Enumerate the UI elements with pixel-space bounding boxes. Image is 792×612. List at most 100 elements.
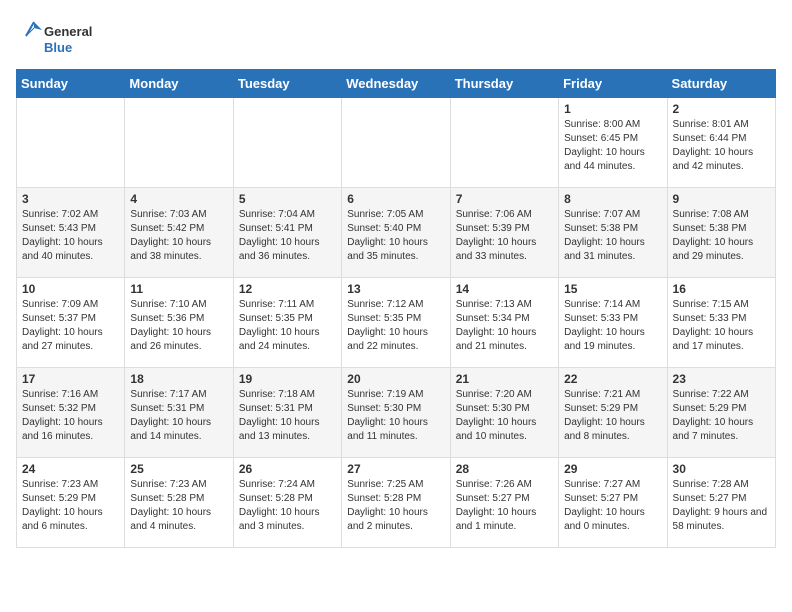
day-number: 5	[239, 192, 336, 206]
cell-content: Sunrise: 8:01 AMSunset: 6:44 PMDaylight:…	[673, 118, 770, 174]
weekday-header: Saturday	[667, 70, 775, 98]
calendar-cell: 3 Sunrise: 7:02 AMSunset: 5:43 PMDaylight…	[17, 188, 125, 278]
cell-content: Sunrise: 7:12 AMSunset: 5:35 PMDaylight:…	[347, 298, 444, 354]
day-number: 11	[130, 282, 227, 296]
cell-content: Sunrise: 7:26 AMSunset: 5:27 PMDaylight:…	[456, 478, 553, 534]
cell-content: Sunrise: 7:06 AMSunset: 5:39 PMDaylight:…	[456, 208, 553, 264]
day-number: 9	[673, 192, 770, 206]
calendar-week-row: 10 Sunrise: 7:09 AMSunset: 5:37 PMDayligh…	[17, 278, 776, 368]
svg-text:Blue: Blue	[44, 40, 72, 55]
day-number: 2	[673, 102, 770, 116]
calendar-cell	[450, 98, 558, 188]
day-number: 3	[22, 192, 119, 206]
cell-content: Sunrise: 7:23 AMSunset: 5:29 PMDaylight:…	[22, 478, 119, 534]
day-number: 19	[239, 372, 336, 386]
day-number: 4	[130, 192, 227, 206]
day-number: 15	[564, 282, 661, 296]
day-number: 20	[347, 372, 444, 386]
calendar-cell: 15 Sunrise: 7:14 AMSunset: 5:33 PMDayligh…	[559, 278, 667, 368]
svg-text:General: General	[44, 24, 92, 39]
weekday-header: Sunday	[17, 70, 125, 98]
cell-content: Sunrise: 7:27 AMSunset: 5:27 PMDaylight:…	[564, 478, 661, 534]
calendar-cell: 14 Sunrise: 7:13 AMSunset: 5:34 PMDayligh…	[450, 278, 558, 368]
cell-content: Sunrise: 7:15 AMSunset: 5:33 PMDaylight:…	[673, 298, 770, 354]
calendar-cell: 12Sunrise: 7:11 AMSunset: 5:35 PMDayligh…	[233, 278, 341, 368]
calendar-week-row: 3 Sunrise: 7:02 AMSunset: 5:43 PMDaylight…	[17, 188, 776, 278]
day-number: 30	[673, 462, 770, 476]
calendar-week-row: 1 Sunrise: 8:00 AMSunset: 6:45 PMDaylight…	[17, 98, 776, 188]
weekday-header: Thursday	[450, 70, 558, 98]
day-number: 8	[564, 192, 661, 206]
weekday-header: Monday	[125, 70, 233, 98]
calendar-cell: 11 Sunrise: 7:10 AMSunset: 5:36 PMDayligh…	[125, 278, 233, 368]
weekday-header-row: SundayMondayTuesdayWednesdayThursdayFrid…	[17, 70, 776, 98]
cell-content: Sunrise: 7:25 AMSunset: 5:28 PMDaylight:…	[347, 478, 444, 534]
cell-content: Sunrise: 7:22 AMSunset: 5:29 PMDaylight:…	[673, 388, 770, 444]
logo-svg: General Blue	[16, 16, 116, 61]
calendar-table: SundayMondayTuesdayWednesdayThursdayFrid…	[16, 69, 776, 548]
day-number: 29	[564, 462, 661, 476]
cell-content: Sunrise: 7:07 AMSunset: 5:38 PMDaylight:…	[564, 208, 661, 264]
weekday-header: Friday	[559, 70, 667, 98]
calendar-cell: 8 Sunrise: 7:07 AMSunset: 5:38 PMDaylight…	[559, 188, 667, 278]
calendar-cell: 10 Sunrise: 7:09 AMSunset: 5:37 PMDayligh…	[17, 278, 125, 368]
day-number: 6	[347, 192, 444, 206]
cell-content: Sunrise: 7:16 AMSunset: 5:32 PMDaylight:…	[22, 388, 119, 444]
calendar-cell: 2 Sunrise: 8:01 AMSunset: 6:44 PMDaylight…	[667, 98, 775, 188]
calendar-cell: 17 Sunrise: 7:16 AMSunset: 5:32 PMDayligh…	[17, 368, 125, 458]
day-number: 18	[130, 372, 227, 386]
day-number: 23	[673, 372, 770, 386]
calendar-cell: 20 Sunrise: 7:19 AMSunset: 5:30 PMDayligh…	[342, 368, 450, 458]
day-number: 14	[456, 282, 553, 296]
calendar-cell: 6 Sunrise: 7:05 AMSunset: 5:40 PMDaylight…	[342, 188, 450, 278]
calendar-cell	[233, 98, 341, 188]
cell-content: Sunrise: 7:05 AMSunset: 5:40 PMDaylight:…	[347, 208, 444, 264]
cell-content: Sunrise: 7:21 AMSunset: 5:29 PMDaylight:…	[564, 388, 661, 444]
cell-content: Sunrise: 7:13 AMSunset: 5:34 PMDaylight:…	[456, 298, 553, 354]
day-number: 17	[22, 372, 119, 386]
day-number: 22	[564, 372, 661, 386]
cell-content: Sunrise: 7:10 AMSunset: 5:36 PMDaylight:…	[130, 298, 227, 354]
cell-content: Sunrise: 7:18 AMSunset: 5:31 PMDaylight:…	[239, 388, 336, 444]
calendar-cell: 28 Sunrise: 7:26 AMSunset: 5:27 PMDayligh…	[450, 458, 558, 548]
cell-content: Sunrise: 7:24 AMSunset: 5:28 PMDaylight:…	[239, 478, 336, 534]
day-number: 24	[22, 462, 119, 476]
calendar-cell: 23 Sunrise: 7:22 AMSunset: 5:29 PMDayligh…	[667, 368, 775, 458]
calendar-week-row: 24 Sunrise: 7:23 AMSunset: 5:29 PMDayligh…	[17, 458, 776, 548]
calendar-cell: 1 Sunrise: 8:00 AMSunset: 6:45 PMDaylight…	[559, 98, 667, 188]
calendar-cell: 9 Sunrise: 7:08 AMSunset: 5:38 PMDaylight…	[667, 188, 775, 278]
cell-content: Sunrise: 7:08 AMSunset: 5:38 PMDaylight:…	[673, 208, 770, 264]
calendar-cell: 5Sunrise: 7:04 AMSunset: 5:41 PMDaylight…	[233, 188, 341, 278]
cell-content: Sunrise: 8:00 AMSunset: 6:45 PMDaylight:…	[564, 118, 661, 174]
day-number: 13	[347, 282, 444, 296]
logo: General Blue	[16, 16, 116, 61]
calendar-cell: 21Sunrise: 7:20 AMSunset: 5:30 PMDayligh…	[450, 368, 558, 458]
cell-content: Sunrise: 7:28 AMSunset: 5:27 PMDaylight:…	[673, 478, 770, 534]
calendar-cell: 24 Sunrise: 7:23 AMSunset: 5:29 PMDayligh…	[17, 458, 125, 548]
page-header: General Blue	[16, 16, 776, 61]
cell-content: Sunrise: 7:23 AMSunset: 5:28 PMDaylight:…	[130, 478, 227, 534]
day-number: 26	[239, 462, 336, 476]
calendar-cell: 25 Sunrise: 7:23 AMSunset: 5:28 PMDayligh…	[125, 458, 233, 548]
weekday-header: Tuesday	[233, 70, 341, 98]
cell-content: Sunrise: 7:19 AMSunset: 5:30 PMDaylight:…	[347, 388, 444, 444]
cell-content: Sunrise: 7:11 AMSunset: 5:35 PMDaylight:…	[239, 298, 336, 354]
day-number: 1	[564, 102, 661, 116]
day-number: 16	[673, 282, 770, 296]
calendar-cell	[17, 98, 125, 188]
day-number: 25	[130, 462, 227, 476]
calendar-cell: 29 Sunrise: 7:27 AMSunset: 5:27 PMDayligh…	[559, 458, 667, 548]
day-number: 27	[347, 462, 444, 476]
cell-content: Sunrise: 7:02 AMSunset: 5:43 PMDaylight:…	[22, 208, 119, 264]
day-number: 10	[22, 282, 119, 296]
calendar-cell: 26 Sunrise: 7:24 AMSunset: 5:28 PMDayligh…	[233, 458, 341, 548]
calendar-cell: 30 Sunrise: 7:28 AMSunset: 5:27 PMDayligh…	[667, 458, 775, 548]
calendar-cell	[342, 98, 450, 188]
day-number: 28	[456, 462, 553, 476]
weekday-header: Wednesday	[342, 70, 450, 98]
calendar-cell: 16 Sunrise: 7:15 AMSunset: 5:33 PMDayligh…	[667, 278, 775, 368]
day-number: 21	[456, 372, 553, 386]
cell-content: Sunrise: 7:14 AMSunset: 5:33 PMDaylight:…	[564, 298, 661, 354]
cell-content: Sunrise: 7:09 AMSunset: 5:37 PMDaylight:…	[22, 298, 119, 354]
calendar-cell: 27 Sunrise: 7:25 AMSunset: 5:28 PMDayligh…	[342, 458, 450, 548]
